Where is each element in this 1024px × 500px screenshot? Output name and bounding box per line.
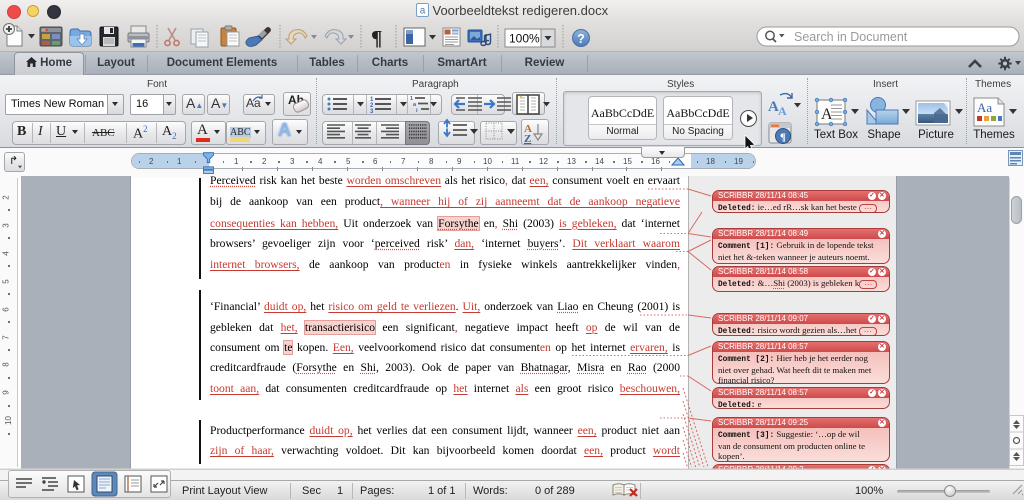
svg-text:A: A	[778, 104, 787, 118]
svg-text:100%: 100%	[509, 32, 540, 46]
svg-text:Z: Z	[524, 133, 531, 145]
svg-text:?: ?	[577, 32, 585, 46]
svg-text:a: a	[420, 6, 426, 17]
svg-text:¶: ¶	[780, 132, 786, 144]
svg-text:¶: ¶	[371, 26, 382, 50]
svg-text:3: 3	[370, 109, 374, 115]
svg-text:Search in Document: Search in Document	[794, 30, 908, 44]
svg-text:Aa: Aa	[977, 100, 992, 115]
svg-text:i: i	[416, 108, 418, 114]
